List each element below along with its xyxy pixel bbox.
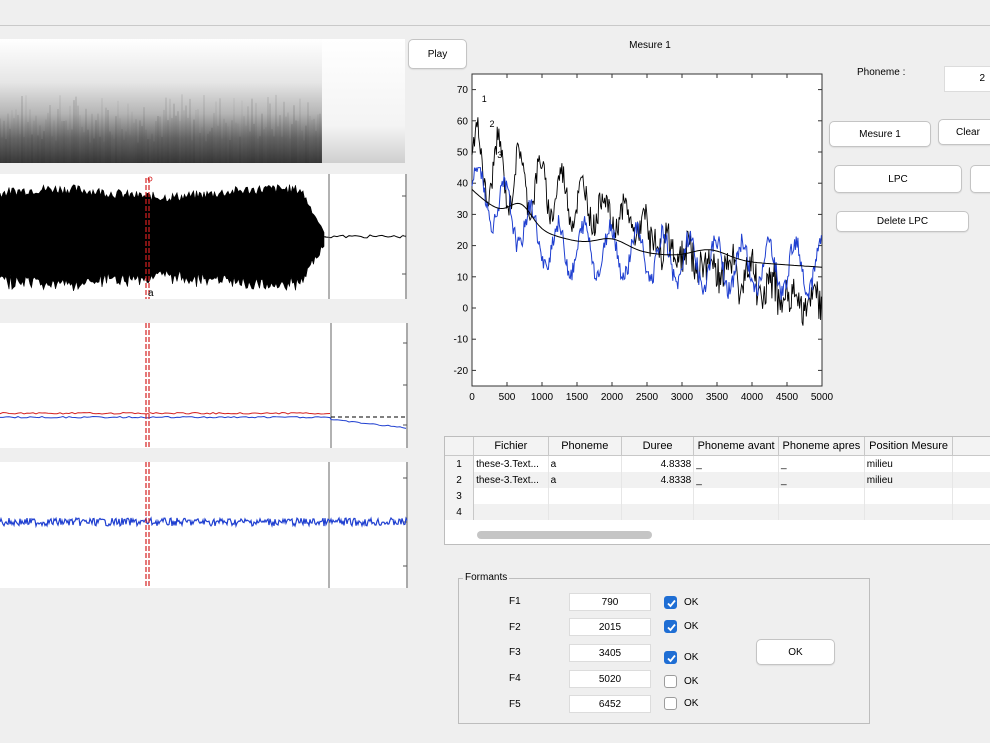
- x-tick-label: 1500: [566, 392, 589, 403]
- x-tick-label: 0: [469, 392, 475, 403]
- signal-plot: [0, 462, 408, 588]
- f4-input[interactable]: [569, 670, 651, 688]
- waveform-panel[interactable]: a: [0, 174, 407, 299]
- phoneme-value: 2: [979, 73, 985, 84]
- f1-input[interactable]: [569, 593, 651, 611]
- y-tick-label: 20: [457, 241, 469, 252]
- f1-ok-checkbox[interactable]: [664, 596, 677, 609]
- window-toolbar: [0, 0, 990, 26]
- phoneme-label: Phoneme :: [857, 67, 906, 78]
- table-row[interactable]: 3: [445, 488, 990, 504]
- check-icon: [667, 654, 676, 663]
- y-tick-label: 0: [462, 304, 468, 315]
- f5-ok-label: OK: [684, 698, 699, 709]
- pitch-plot: [0, 323, 408, 448]
- peak-label: 2: [490, 119, 495, 129]
- f4-ok-label: OK: [684, 676, 699, 687]
- spectrum-chart-title: Mesure 1: [629, 40, 671, 51]
- f3-ok-checkbox[interactable]: [664, 651, 677, 664]
- f3-ok-label: OK: [684, 652, 699, 663]
- col-fichier[interactable]: Fichier: [473, 437, 549, 456]
- y-tick-label: 70: [457, 85, 469, 96]
- measurements-table[interactable]: Fichier Phoneme Duree Phoneme avant Phon…: [444, 436, 990, 545]
- x-tick-label: 3500: [706, 392, 729, 403]
- f3-input[interactable]: [569, 644, 651, 662]
- spectrum-chart: 706050403020100-10-20 0 500 1000 1500 2000 25…: [454, 73, 834, 403]
- table-row[interactable]: 2 these-3.Text... a 4.8338 _ _ milieu: [445, 472, 990, 488]
- y-tick-label: 60: [457, 116, 469, 127]
- x-tick-label: 4000: [741, 392, 764, 403]
- table-row[interactable]: 4: [445, 504, 990, 520]
- formants-ok-button[interactable]: OK: [756, 639, 835, 665]
- phoneme-input[interactable]: 2: [944, 66, 990, 92]
- y-tick-label: -10: [454, 335, 469, 346]
- f1-label: F1: [509, 596, 521, 607]
- y-tick-label: -20: [454, 366, 469, 377]
- f2-ok-checkbox[interactable]: [664, 620, 677, 633]
- y-tick-label: 10: [457, 272, 469, 283]
- peak-label: 3: [497, 150, 502, 160]
- signal-panel[interactable]: [0, 462, 408, 588]
- f5-input[interactable]: [569, 695, 651, 713]
- f2-ok-label: OK: [684, 621, 699, 632]
- f2-input[interactable]: [569, 618, 651, 636]
- f5-label: F5: [509, 699, 521, 710]
- y-tick-label: 50: [457, 148, 469, 159]
- spectrogram-image: [0, 39, 405, 163]
- x-tick-label: 2000: [601, 392, 624, 403]
- col-duree[interactable]: Duree: [621, 437, 695, 456]
- y-tick-label: 30: [457, 210, 469, 221]
- col-phoneme[interactable]: Phoneme: [548, 437, 622, 456]
- f2-label: F2: [509, 622, 521, 633]
- table-corner: [445, 437, 475, 456]
- lpc-secondary-button[interactable]: [970, 165, 990, 193]
- spectrogram-panel[interactable]: [0, 39, 405, 163]
- lpc-button[interactable]: LPC: [834, 165, 962, 193]
- formants-title: Formants: [463, 572, 510, 583]
- f4-label: F4: [509, 673, 521, 684]
- check-icon: [667, 599, 676, 608]
- f3-label: F3: [509, 647, 521, 658]
- table-horizontal-scrollbar[interactable]: [477, 531, 652, 539]
- peak-label: 1: [482, 94, 487, 104]
- col-phoneme-apres[interactable]: Phoneme apres: [778, 437, 865, 456]
- f4-ok-checkbox[interactable]: [664, 675, 677, 688]
- x-tick-label: 500: [499, 392, 516, 403]
- delete-lpc-button[interactable]: Delete LPC: [836, 211, 969, 232]
- x-tick-label: 2500: [636, 392, 659, 403]
- waveform-marker-label: a: [148, 288, 154, 299]
- f1-ok-label: OK: [684, 597, 699, 608]
- x-tick-label: 5000: [811, 392, 834, 403]
- col-position-mesure[interactable]: Position Mesure: [864, 437, 954, 456]
- col-phoneme-avant[interactable]: Phoneme avant: [693, 437, 779, 456]
- mesure1-button[interactable]: Mesure 1: [829, 121, 931, 147]
- pitch-panel[interactable]: [0, 323, 408, 448]
- waveform-plot: [0, 174, 407, 299]
- check-icon: [667, 623, 676, 632]
- x-tick-label: 3000: [671, 392, 694, 403]
- x-tick-label: 4500: [776, 392, 799, 403]
- x-tick-label: 1000: [531, 392, 554, 403]
- clear-button[interactable]: Clear: [938, 119, 990, 145]
- y-tick-label: 40: [457, 179, 469, 190]
- table-row[interactable]: 1 these-3.Text... a 4.8338 _ _ milieu: [445, 455, 990, 472]
- f5-ok-checkbox[interactable]: [664, 697, 677, 710]
